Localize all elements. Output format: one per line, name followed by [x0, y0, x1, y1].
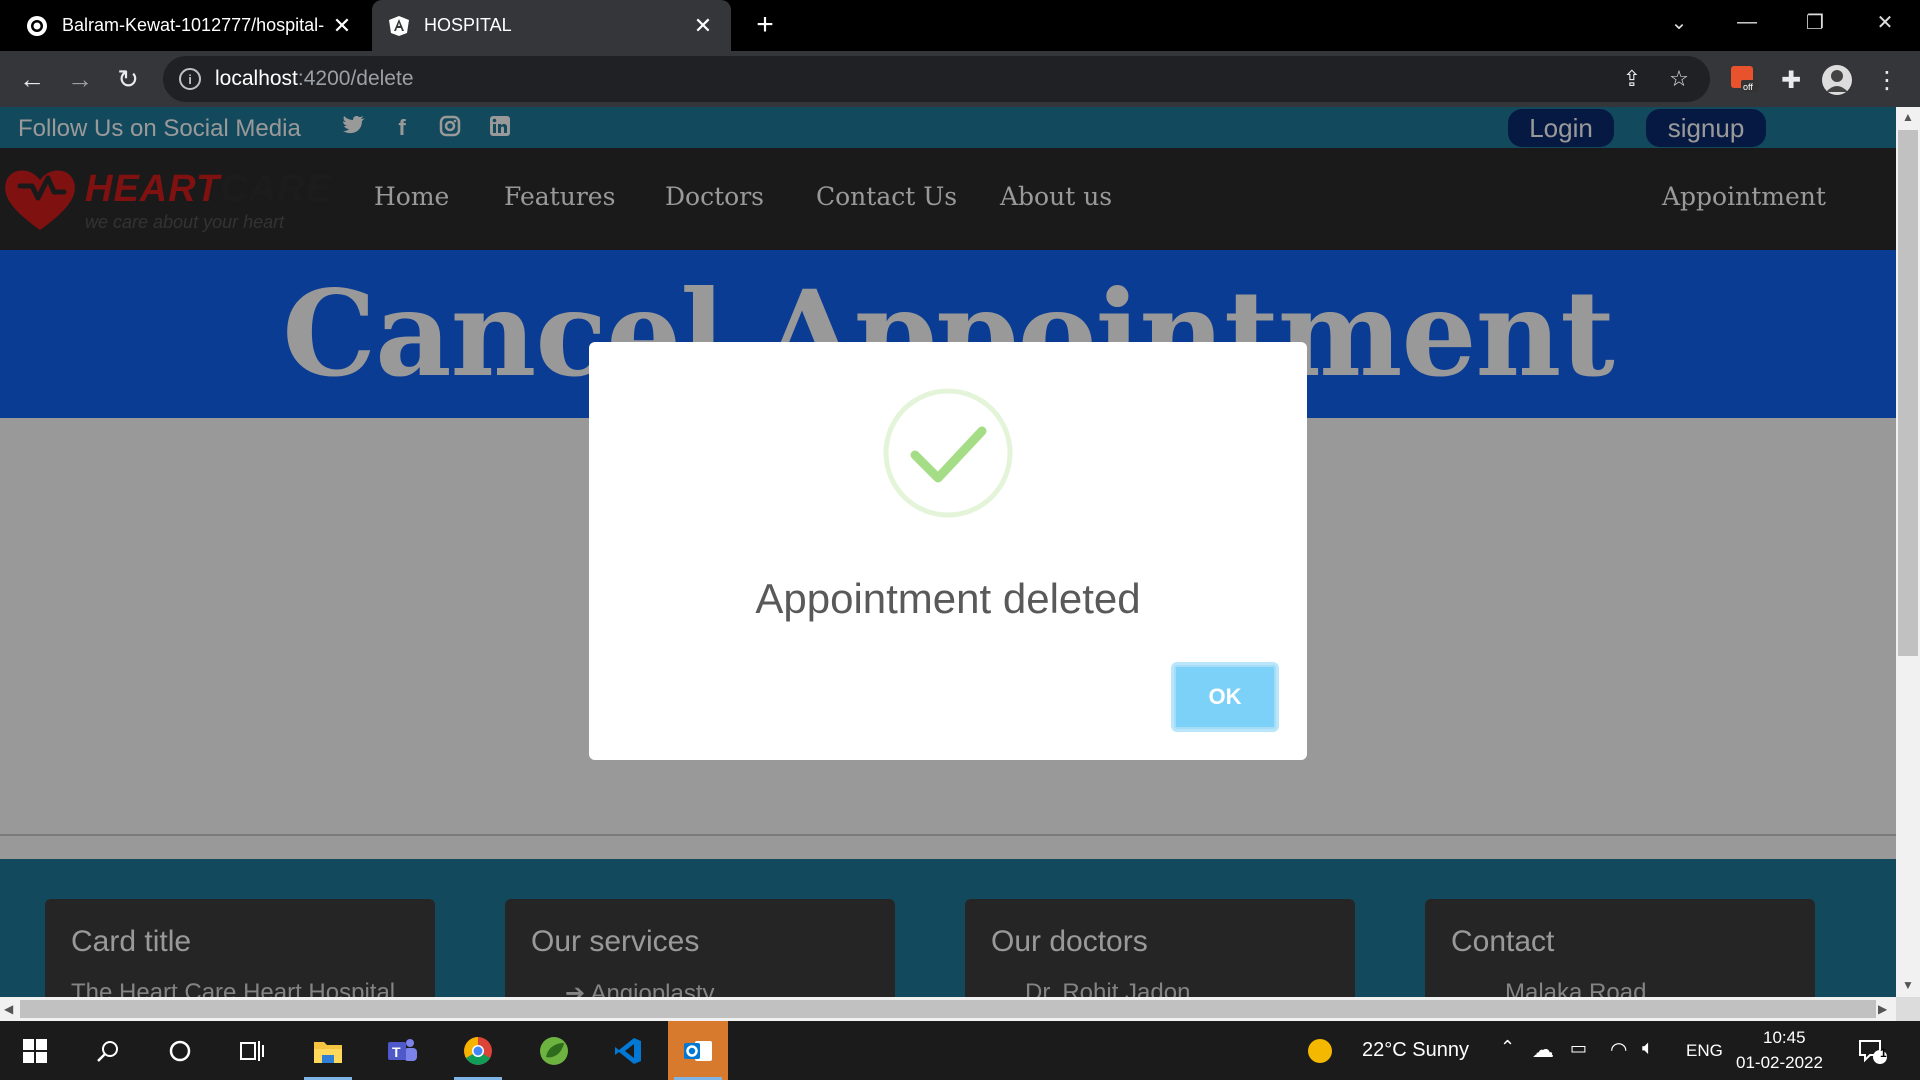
- success-dialog: Appointment deleted OK: [589, 342, 1307, 760]
- clock-time[interactable]: 10:45: [1763, 1028, 1806, 1048]
- pdf-extension-icon[interactable]: off: [1728, 63, 1762, 97]
- github-icon: [26, 15, 48, 37]
- restore-icon[interactable]: ❐: [1782, 0, 1848, 44]
- cortana-icon[interactable]: [150, 1021, 210, 1080]
- scrollbar-corner: [1896, 997, 1920, 1021]
- tab-title: Balram-Kewat-1012777/hospital-: [62, 15, 325, 35]
- browser-tab-bar: Balram-Kewat-1012777/hospital- ✕ HOSPITA…: [0, 0, 1920, 51]
- svg-text:off: off: [1743, 82, 1753, 92]
- url-host: localhost: [215, 67, 298, 90]
- tab-title: HOSPITAL: [424, 15, 512, 35]
- reload-icon[interactable]: ↻: [110, 61, 146, 97]
- site-info-icon[interactable]: i: [179, 68, 201, 90]
- weather-sun-icon[interactable]: [1302, 1021, 1338, 1080]
- outlook-icon[interactable]: [668, 1021, 728, 1080]
- close-tab-icon[interactable]: ✕: [330, 13, 354, 39]
- notification-count: 1: [1880, 1046, 1887, 1060]
- wifi-icon[interactable]: ◠: [1610, 1037, 1627, 1062]
- clock-date[interactable]: 01-02-2022: [1736, 1053, 1823, 1073]
- svg-text:T: T: [392, 1044, 401, 1060]
- windows-start-icon[interactable]: [5, 1021, 65, 1080]
- language-indicator[interactable]: ENG: [1686, 1041, 1723, 1061]
- close-window-icon[interactable]: ✕: [1852, 0, 1918, 44]
- scroll-left-icon[interactable]: ◀: [4, 1002, 13, 1016]
- tab-search-icon[interactable]: ⌄: [1646, 0, 1712, 44]
- success-check-icon: [883, 388, 1013, 518]
- battery-icon[interactable]: ▭: [1570, 1038, 1587, 1059]
- horizontal-scroll-thumb[interactable]: [20, 1000, 1876, 1018]
- address-bar[interactable]: i localhost:4200/delete ⇪ ☆: [163, 56, 1710, 102]
- volume-icon[interactable]: 🔈︎: [1642, 1037, 1654, 1060]
- browser-menu-icon[interactable]: ⋮: [1870, 63, 1904, 97]
- task-view-icon[interactable]: [222, 1021, 282, 1080]
- search-icon[interactable]: [78, 1021, 138, 1080]
- browser-toolbar: ← → ↻ i localhost:4200/delete ⇪ ☆ off ✚ …: [0, 51, 1920, 107]
- onedrive-cloud-icon[interactable]: ☁: [1532, 1037, 1554, 1063]
- scroll-down-icon[interactable]: ▼: [1902, 978, 1914, 992]
- angular-icon: [388, 15, 410, 37]
- share-icon[interactable]: ⇪: [1617, 64, 1647, 94]
- vscode-icon[interactable]: [598, 1021, 658, 1080]
- bookmark-star-icon[interactable]: ☆: [1664, 64, 1694, 94]
- show-hidden-icons[interactable]: ⌃: [1500, 1037, 1515, 1058]
- windows-taskbar: T 22°C Sunny ⌃ ☁ ▭ ◠ 🔈︎ ENG 10:45 01-02-…: [0, 1021, 1920, 1080]
- back-icon[interactable]: ←: [14, 61, 50, 97]
- vertical-scroll-thumb[interactable]: [1898, 130, 1918, 656]
- chrome-icon[interactable]: [448, 1021, 508, 1080]
- scroll-right-icon[interactable]: ▶: [1878, 1002, 1887, 1016]
- scroll-up-icon[interactable]: ▲: [1902, 110, 1914, 124]
- minimize-icon[interactable]: —: [1714, 0, 1780, 44]
- notification-center-icon[interactable]: 1: [1842, 1021, 1902, 1080]
- page-viewport: Follow Us on Social Media f Login signup…: [0, 107, 1896, 997]
- browser-tab-hospital[interactable]: HOSPITAL ✕: [372, 0, 731, 51]
- browser-tab-github[interactable]: Balram-Kewat-1012777/hospital- ✕: [10, 0, 370, 51]
- ok-button[interactable]: OK: [1171, 662, 1279, 732]
- weather-text[interactable]: 22°C Sunny: [1362, 1039, 1469, 1062]
- dialog-message: Appointment deleted: [755, 575, 1141, 622]
- file-explorer-icon[interactable]: [298, 1021, 358, 1080]
- profile-avatar[interactable]: [1820, 63, 1854, 97]
- extensions-puzzle-icon[interactable]: ✚: [1774, 63, 1808, 97]
- close-tab-icon[interactable]: ✕: [691, 13, 715, 39]
- url-path: :4200/delete: [297, 67, 414, 90]
- teams-icon[interactable]: T: [372, 1021, 432, 1080]
- forward-icon[interactable]: →: [62, 61, 98, 97]
- spring-tool-suite-icon[interactable]: [524, 1021, 584, 1080]
- new-tab-icon[interactable]: +: [748, 8, 782, 42]
